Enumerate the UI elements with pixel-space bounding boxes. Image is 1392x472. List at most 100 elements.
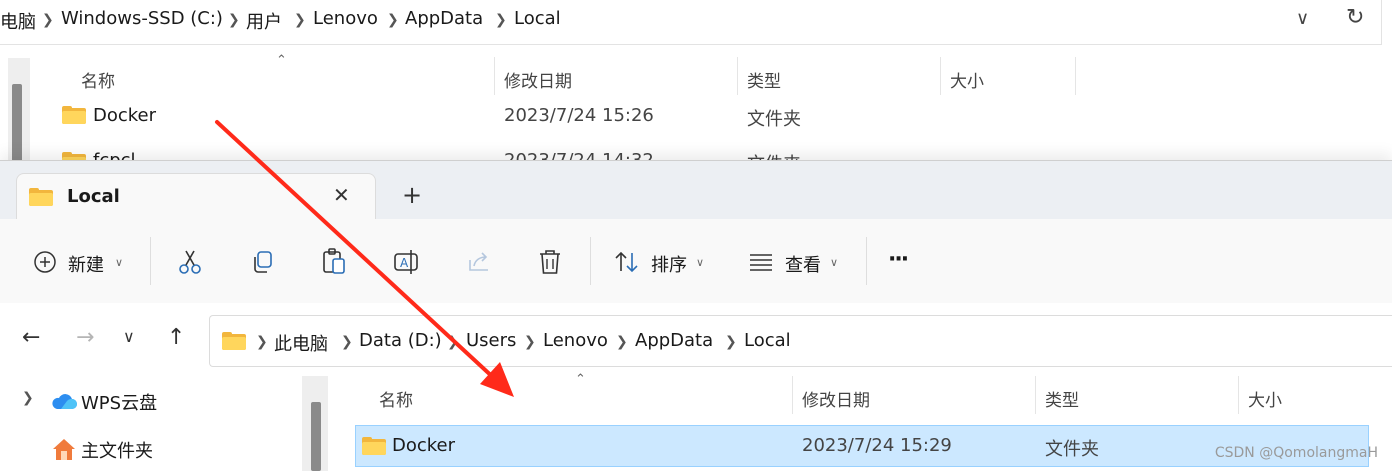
toolbar-divider xyxy=(866,237,867,285)
chevron-right-icon: ❯ xyxy=(387,12,399,28)
column-divider[interactable] xyxy=(1075,57,1076,95)
close-icon[interactable]: ✕ xyxy=(333,183,350,207)
chevron-right-icon: ❯ xyxy=(524,334,536,350)
column-divider[interactable] xyxy=(737,57,738,95)
new-tab-plus-icon[interactable]: + xyxy=(402,181,422,209)
toolbar-divider xyxy=(150,237,151,285)
row-name: Docker xyxy=(392,435,456,456)
paste-icon[interactable] xyxy=(320,247,348,277)
bg-breadcrumb-appdata[interactable]: AppData xyxy=(405,8,483,29)
watermark: CSDN @QomolangmaH xyxy=(1214,445,1378,461)
sort-icon xyxy=(615,251,638,273)
column-divider[interactable] xyxy=(940,57,941,95)
chevron-down-icon: ∨ xyxy=(830,256,839,269)
chevron-right-icon: ❯ xyxy=(256,334,268,350)
bg-column-modified[interactable]: 修改日期 xyxy=(504,67,572,92)
chevron-right-icon[interactable]: ❯ xyxy=(22,390,34,406)
sort-button[interactable]: 排序 ∨ xyxy=(606,241,716,281)
navigation-bar: ← → ∨ ↑ ❯ 此电脑 ❯ Data (D:) ❯ Users ❯ Leno… xyxy=(0,303,1392,375)
breadcrumb-this-pc[interactable]: 此电脑 xyxy=(274,330,328,356)
bg-breadcrumb-users[interactable]: 用户 xyxy=(246,8,282,34)
home-icon xyxy=(53,439,75,460)
navigation-pane: ❯ WPS云盘 主文件夹 xyxy=(0,375,330,472)
bg-breadcrumb-drive[interactable]: Windows-SSD (C:) xyxy=(61,8,223,29)
svg-text:A: A xyxy=(400,256,409,270)
column-name[interactable]: 名称 xyxy=(379,386,413,411)
chevron-right-icon: ❯ xyxy=(725,334,737,350)
sidebar-item-home[interactable]: 主文件夹 xyxy=(0,429,300,469)
bg-row-modified: 2023/7/24 15:26 xyxy=(504,105,654,126)
chevron-right-icon: ❯ xyxy=(294,12,306,28)
folder-icon xyxy=(362,437,386,455)
row-modified: 2023/7/24 15:29 xyxy=(802,435,952,456)
background-address-bar[interactable]: 电脑 ❯ Windows-SSD (C:) ❯ 用户 ❯ Lenovo ❯ Ap… xyxy=(0,0,1382,45)
address-bar[interactable]: ❯ 此电脑 ❯ Data (D:) ❯ Users ❯ Lenovo ❯ App… xyxy=(209,315,1392,367)
copy-icon[interactable] xyxy=(249,248,277,276)
sidebar-item-label: 主文件夹 xyxy=(81,441,153,462)
recent-locations-chevron-icon[interactable]: ∨ xyxy=(123,327,135,346)
sidebar-item-label: WPS云盘 xyxy=(81,393,158,414)
toolbar-divider xyxy=(590,237,591,285)
column-divider[interactable] xyxy=(494,57,495,95)
new-button-label: 新建 xyxy=(68,255,104,276)
chevron-right-icon: ❯ xyxy=(495,12,507,28)
sort-ascending-icon: ⌃ xyxy=(575,372,586,387)
view-list-icon xyxy=(750,254,772,271)
breadcrumb-appdata[interactable]: AppData xyxy=(635,330,713,351)
tab-title: Local xyxy=(67,186,120,207)
breadcrumb-drive[interactable]: Data (D:) xyxy=(359,330,442,351)
forward-arrow-icon[interactable]: → xyxy=(76,325,94,350)
bg-row-type: 文件夹 xyxy=(747,150,801,160)
column-modified[interactable]: 修改日期 xyxy=(802,386,870,411)
chevron-right-icon: ❯ xyxy=(447,334,459,350)
more-options-button[interactable]: ··· xyxy=(888,247,909,272)
table-row[interactable]: fcpcl 2023/7/24 14:32 文件夹 xyxy=(36,146,1336,160)
folder-icon xyxy=(222,332,246,350)
cut-icon[interactable] xyxy=(176,248,204,276)
column-divider[interactable] xyxy=(792,376,793,414)
sort-ascending-icon: ⌃ xyxy=(276,53,287,68)
breadcrumb-lenovo[interactable]: Lenovo xyxy=(543,330,608,351)
row-type: 文件夹 xyxy=(1045,439,1099,460)
bg-row-name: fcpcl xyxy=(93,150,136,160)
chevron-down-icon: ∨ xyxy=(696,256,705,269)
breadcrumb-local[interactable]: Local xyxy=(744,330,791,351)
chevron-right-icon: ❯ xyxy=(341,334,353,350)
chevron-right-icon: ❯ xyxy=(616,334,628,350)
background-scroll-thumb[interactable] xyxy=(12,84,22,162)
bg-row-modified: 2023/7/24 14:32 xyxy=(504,150,654,160)
bg-row-type: 文件夹 xyxy=(747,109,801,130)
bg-column-size[interactable]: 大小 xyxy=(950,67,984,92)
refresh-icon[interactable]: ↻ xyxy=(1346,5,1364,30)
share-icon[interactable] xyxy=(465,248,493,276)
table-row[interactable]: Docker 2023/7/24 15:26 文件夹 xyxy=(36,100,1336,132)
bg-column-type[interactable]: 类型 xyxy=(747,67,781,92)
bg-column-name[interactable]: 名称 xyxy=(81,67,115,92)
folder-icon xyxy=(29,188,53,206)
bg-breadcrumb-pc[interactable]: 电脑 xyxy=(0,8,36,34)
navigation-pane-scroll-thumb[interactable] xyxy=(311,402,321,471)
breadcrumb-users[interactable]: Users xyxy=(466,330,516,351)
column-type[interactable]: 类型 xyxy=(1045,386,1079,411)
bg-breadcrumb-lenovo[interactable]: Lenovo xyxy=(313,8,378,29)
column-divider[interactable] xyxy=(1238,376,1239,414)
column-size[interactable]: 大小 xyxy=(1248,386,1282,411)
add-circle-icon xyxy=(34,251,56,273)
sidebar-item-wps-cloud[interactable]: ❯ WPS云盘 xyxy=(0,381,300,421)
folder-icon xyxy=(62,106,86,124)
folder-icon xyxy=(62,152,86,160)
cloud-icon xyxy=(52,394,77,409)
view-button[interactable]: 查看 ∨ xyxy=(740,241,850,281)
new-button[interactable]: 新建 ∨ xyxy=(20,241,135,281)
up-arrow-icon[interactable]: ↑ xyxy=(167,325,185,350)
delete-icon[interactable] xyxy=(537,248,563,276)
chevron-right-icon: ❯ xyxy=(228,12,240,28)
chevron-right-icon: ❯ xyxy=(42,12,54,28)
column-divider[interactable] xyxy=(1035,376,1036,414)
rename-icon[interactable]: A xyxy=(392,247,422,277)
sort-button-label: 排序 xyxy=(651,255,687,276)
command-bar: 新建 ∨ A 排序 ∨ 查看 ∨ ··· xyxy=(0,219,1392,304)
bg-breadcrumb-local[interactable]: Local xyxy=(514,8,561,29)
chevron-down-icon[interactable]: ∨ xyxy=(1296,8,1309,29)
back-arrow-icon[interactable]: ← xyxy=(22,325,40,350)
